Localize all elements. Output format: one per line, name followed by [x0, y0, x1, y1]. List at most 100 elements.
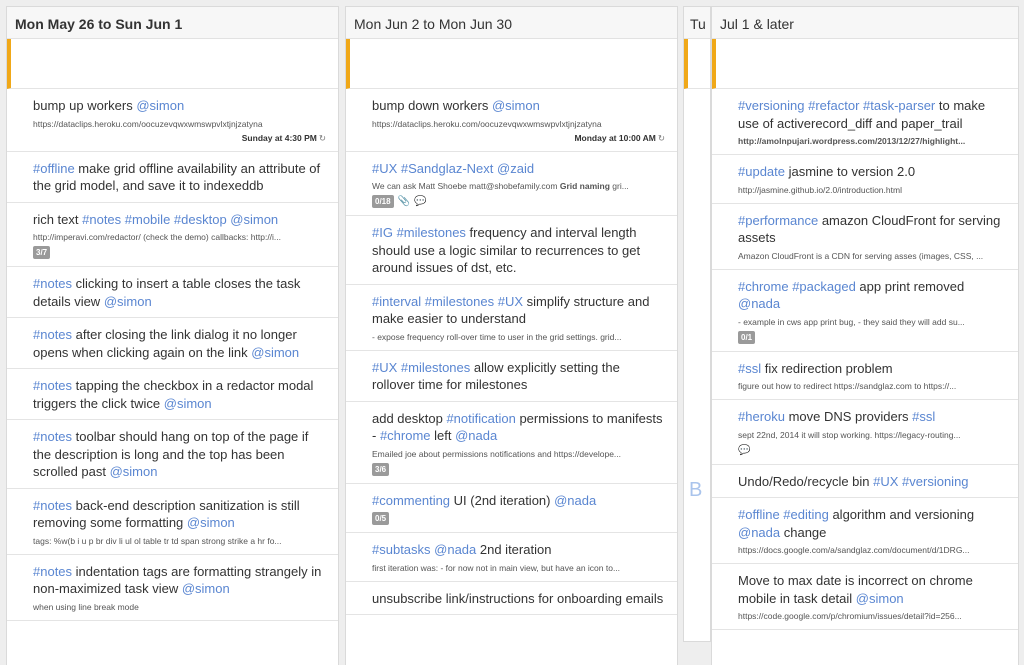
task-tag[interactable]: #notes	[33, 276, 72, 291]
task-card[interactable]: rich text #notes #mobile #desktop @simon…	[7, 203, 338, 267]
task-card[interactable]: #notes clicking to insert a table closes…	[7, 267, 338, 318]
subtask-count-badge[interactable]: 0/5	[372, 512, 390, 525]
task-tag[interactable]: #IG #milestones	[372, 225, 466, 240]
column-header[interactable]: Mon May 26 to Sun Jun 1	[7, 7, 338, 39]
column-header[interactable]: Tu	[684, 7, 710, 39]
column-jul1-later: Jul 1 & later #versioning #refactor #tas…	[711, 6, 1019, 665]
task-note: http://imperavi.com/redactor/ (check the…	[33, 232, 282, 242]
task-card[interactable]: bump up workers @simon https://dataclips.…	[7, 89, 338, 152]
task-title: add desktop #notification permissions to…	[372, 410, 665, 445]
task-card[interactable]: #notes tapping the checkbox in a redacto…	[7, 369, 338, 420]
task-card[interactable]: Undo/Redo/recycle bin #UX #versioning	[712, 465, 1018, 498]
task-card[interactable]: #notes back-end description sanitization…	[7, 489, 338, 555]
task-tag[interactable]: #notes	[33, 378, 72, 393]
task-note: when using line break mode	[33, 601, 139, 612]
task-tag[interactable]: @simon	[104, 294, 152, 309]
task-tag[interactable]: #offline	[33, 161, 75, 176]
task-text: change	[780, 524, 827, 540]
task-card[interactable]: #chrome #packaged app print removed @nad…	[712, 270, 1018, 352]
task-tag[interactable]: @simon	[251, 345, 299, 360]
new-task-input[interactable]	[684, 39, 710, 89]
comment-icon: 💬	[414, 196, 427, 207]
task-tag[interactable]: #offline #editing	[738, 507, 829, 522]
task-tag[interactable]: @simon	[164, 396, 212, 411]
task-tag[interactable]: @simon	[187, 515, 235, 530]
task-tag[interactable]: #notes	[33, 498, 72, 513]
task-tag[interactable]: #heroku	[738, 409, 785, 424]
task-tag[interactable]: @simon	[182, 581, 230, 596]
task-tag[interactable]: @simon	[136, 98, 184, 113]
task-card[interactable]: bump down workers @simon https://dataclip…	[346, 89, 677, 152]
task-tag[interactable]: #UX #versioning	[873, 474, 968, 489]
task-tag[interactable]: @nada	[738, 296, 780, 311]
task-title: #notes back-end description sanitization…	[33, 497, 326, 532]
task-note: https://docs.google.com/a/sandglaz.com/d…	[738, 545, 970, 555]
column-collapsed[interactable]: Tu B	[683, 6, 711, 642]
task-card[interactable]: #UX #Sandglaz-Next @zaid We can ask Matt …	[346, 152, 677, 216]
task-tag[interactable]: #ssl	[738, 361, 761, 376]
task-card[interactable]: #offline #editing algorithm and versioni…	[712, 498, 1018, 564]
task-tag[interactable]: #notes	[33, 327, 72, 342]
task-card[interactable]: #ssl fix redirection problem figure out h…	[712, 352, 1018, 400]
task-tag[interactable]: #update	[738, 164, 785, 179]
task-card[interactable]: #subtasks @nada 2nd iteration first itera…	[346, 533, 677, 582]
task-note: http://amolnpujari.wordpress.com/2013/12…	[738, 136, 1006, 147]
task-tag[interactable]: #notification	[446, 411, 515, 426]
task-tag[interactable]: #notes	[33, 564, 72, 579]
subtask-count-badge[interactable]: 0/18	[372, 195, 394, 208]
task-tag[interactable]: #notes #mobile #desktop @simon	[82, 212, 278, 227]
task-tag[interactable]: @nada	[455, 428, 497, 443]
task-card[interactable]: #interval #milestones #UX simplify struc…	[346, 285, 677, 351]
task-title: #UX #Sandglaz-Next @zaid	[372, 160, 665, 178]
task-card[interactable]: #heroku move DNS providers #ssl sept 22nd…	[712, 400, 1018, 465]
task-tag[interactable]: @nada	[738, 525, 780, 540]
task-card[interactable]: #update jasmine to version 2.0 http://jas…	[712, 155, 1018, 204]
task-title: #offline make grid offline availability …	[33, 160, 326, 195]
task-note: sept 22nd, 2014 it will stop working. ht…	[738, 429, 961, 440]
task-tag[interactable]: #chrome #packaged	[738, 279, 856, 294]
new-task-input[interactable]	[712, 39, 1018, 89]
task-tag[interactable]: @simon	[110, 464, 158, 479]
task-tag[interactable]: #UX #milestones	[372, 360, 470, 375]
task-note: http://jasmine.github.io/2.0/introductio…	[738, 184, 902, 195]
subtask-count-badge[interactable]: 0/1	[738, 330, 756, 344]
task-note: Amazon CloudFront is a CDN for serving a…	[738, 250, 984, 261]
task-card[interactable]: #UX #milestones allow explicitly setting…	[346, 351, 677, 402]
task-card[interactable]: #notes toolbar should hang on top of the…	[7, 420, 338, 489]
task-card[interactable]: unsubscribe link/instructions for onboar…	[346, 582, 677, 615]
task-tag[interactable]: #subtasks @nada	[372, 542, 476, 557]
task-tag[interactable]: #UX #Sandglaz-Next @zaid	[372, 161, 534, 176]
task-list: #versioning #refactor #task-parser to ma…	[712, 89, 1018, 630]
task-card[interactable]: #notes indentation tags are formatting s…	[7, 555, 338, 621]
task-title: #subtasks @nada 2nd iteration	[372, 541, 665, 559]
new-task-input[interactable]	[7, 39, 338, 89]
task-card[interactable]: #offline make grid offline availability …	[7, 152, 338, 203]
task-tag[interactable]: #versioning #refactor #task-parser	[738, 98, 935, 113]
task-title: #offline #editing algorithm and versioni…	[738, 506, 1006, 541]
task-card[interactable]: #performance amazon CloudFront for servi…	[712, 204, 1018, 270]
task-card[interactable]: Move to max date is incorrect on chrome …	[712, 564, 1018, 630]
task-tag[interactable]: #notes	[33, 429, 72, 444]
task-meta: 0/5	[372, 512, 665, 525]
task-text: back-end description sanitization is sti…	[33, 497, 300, 531]
task-tag[interactable]: #interval #milestones #UX	[372, 294, 523, 309]
task-tag[interactable]: #commenting	[372, 493, 450, 508]
task-tag[interactable]: #performance	[738, 213, 818, 228]
task-card[interactable]: #commenting UI (2nd iteration) @nada 0/5	[346, 484, 677, 533]
task-tag[interactable]: #chrome	[380, 428, 431, 443]
subtask-count-badge[interactable]: 3/7	[33, 246, 51, 259]
task-tag[interactable]: @simon	[492, 98, 540, 113]
subtask-count-badge[interactable]: 3/6	[372, 462, 390, 476]
task-text: algorithm and versioning	[828, 507, 975, 522]
column-header[interactable]: Mon Jun 2 to Mon Jun 30	[346, 7, 677, 39]
new-task-input[interactable]	[346, 39, 677, 89]
task-tag[interactable]: #ssl	[912, 409, 935, 424]
task-card[interactable]: #notes after closing the link dialog it …	[7, 318, 338, 369]
task-card[interactable]: #IG #milestones frequency and interval l…	[346, 216, 677, 285]
task-tag[interactable]: @simon	[856, 591, 904, 606]
due-text: Sunday at 4:30 PM	[241, 132, 317, 143]
task-card[interactable]: #versioning #refactor #task-parser to ma…	[712, 89, 1018, 155]
column-header[interactable]: Jul 1 & later	[712, 7, 1018, 39]
task-card[interactable]: add desktop #notification permissions to…	[346, 402, 677, 484]
task-tag[interactable]: @nada	[554, 493, 596, 508]
